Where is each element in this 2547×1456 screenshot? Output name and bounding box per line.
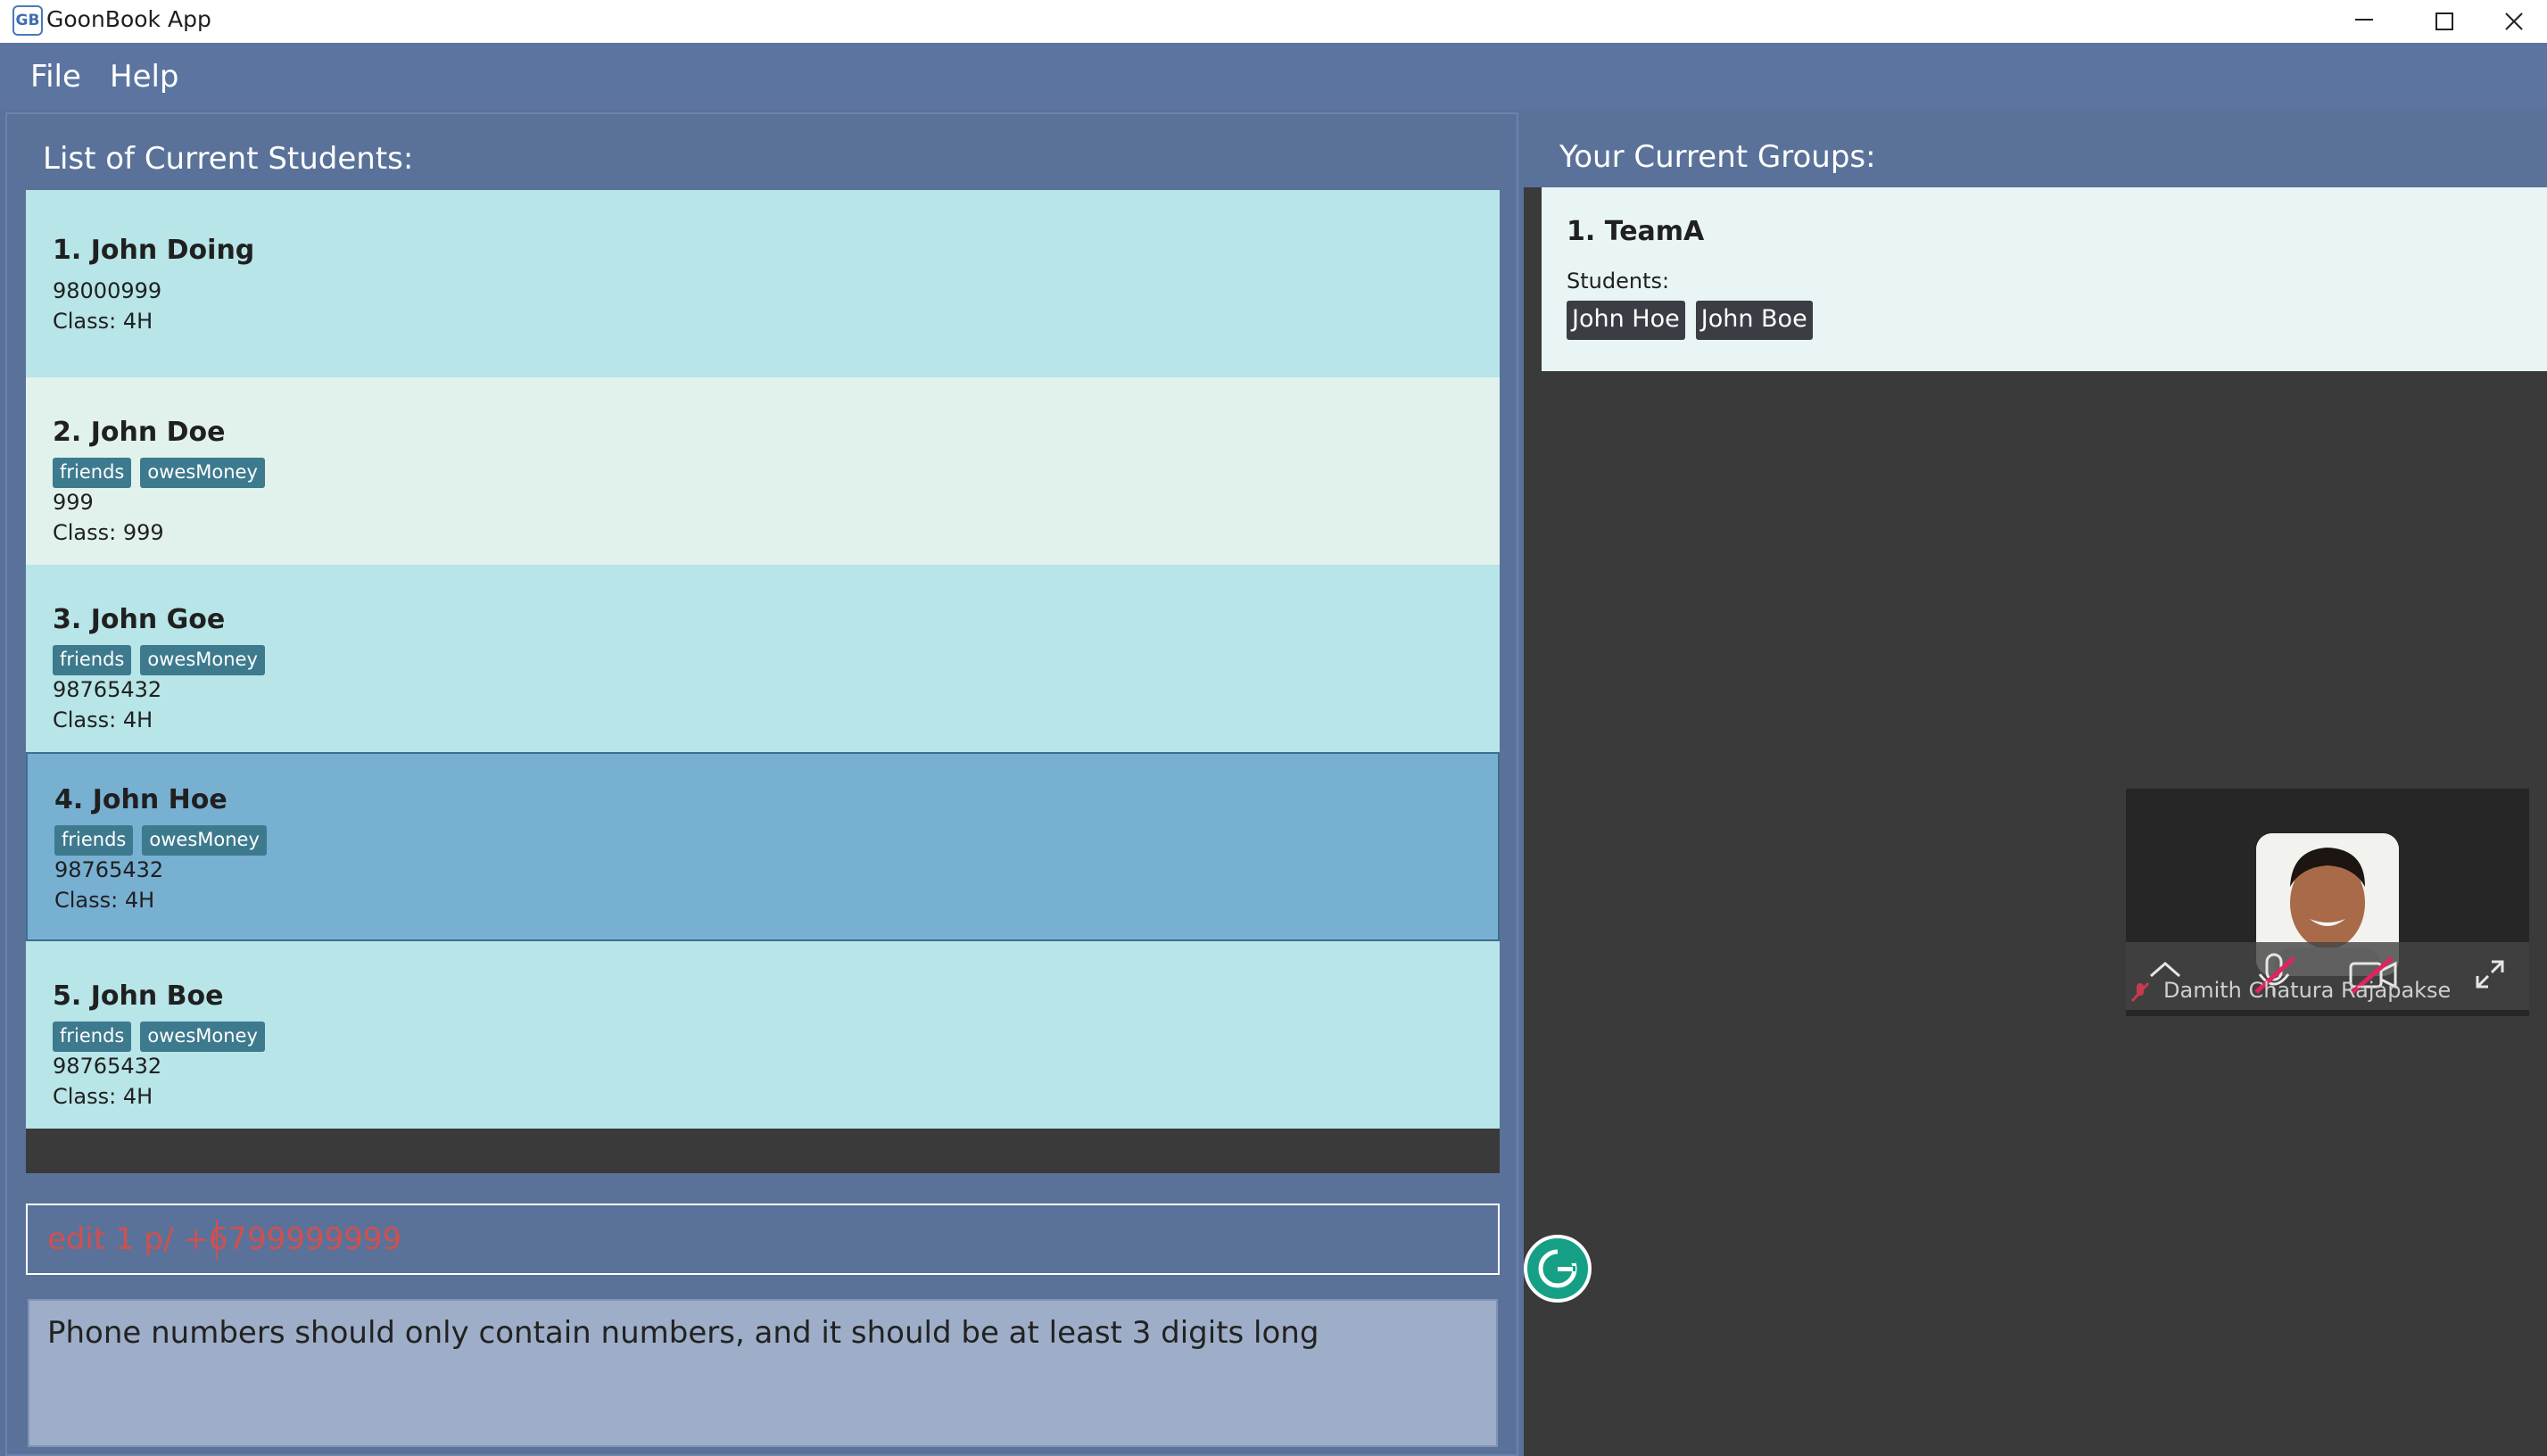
tag-label: owesMoney (140, 458, 265, 488)
grammarly-g-icon (1538, 1247, 1577, 1288)
menu-help[interactable]: Help (110, 59, 179, 95)
command-input[interactable]: edit 1 p/ +6799999999 (26, 1204, 1500, 1275)
student-class: Class: 4H (53, 309, 153, 334)
title-bar: GB GoonBook App (0, 0, 2547, 44)
grammarly-icon[interactable] (1524, 1235, 1592, 1303)
group-member-tag: John Boe (1695, 301, 1813, 340)
tag-label: friends (53, 458, 132, 488)
tag-label: owesMoney (142, 825, 267, 856)
minimize-icon (2355, 19, 2373, 21)
maximize-button[interactable] (2403, 0, 2485, 39)
result-message: Phone numbers should only contain number… (47, 1315, 1319, 1351)
groups-heading: Your Current Groups: (1559, 139, 1876, 175)
student-card[interactable]: 3. John Goe friends owesMoney 98765432 Cl… (26, 565, 1500, 752)
video-controls-bar: Damith Chatura Rajapakse (2126, 942, 2529, 1010)
tag-list: friends owesMoney (53, 458, 274, 488)
student-class: Class: 4H (53, 707, 153, 732)
group-card[interactable]: 1. TeamA Students: John Hoe John Boe (1542, 187, 2547, 371)
students-heading: List of Current Students: (43, 141, 414, 177)
student-phone: 98765432 (53, 1054, 162, 1079)
close-button[interactable] (2484, 0, 2547, 39)
participant-name: Damith Chatura Rajapakse (2163, 978, 2452, 1003)
video-call-window[interactable]: Damith Chatura Rajapakse (2126, 789, 2529, 1016)
group-name: 1. TeamA (1567, 216, 1705, 247)
student-name: 1. John Doing (53, 235, 255, 266)
tag-label: owesMoney (140, 645, 265, 675)
groups-header: Your Current Groups: (1524, 112, 2547, 187)
menu-file[interactable]: File (30, 59, 81, 95)
result-display[interactable]: Phone numbers should only contain number… (28, 1299, 1498, 1447)
student-list[interactable]: 1. John Doing 98000999 Class: 4H 2. John… (26, 190, 1500, 1173)
tag-list: friends owesMoney (53, 645, 274, 675)
group-member-list: John Hoe John Boe (1567, 301, 1823, 340)
mic-muted-small-icon (2130, 981, 2150, 1003)
student-name: 4. John Hoe (54, 784, 227, 815)
student-phone: 98765432 (53, 677, 162, 702)
student-card[interactable]: 2. John Doe friends owesMoney 999 Class: … (26, 377, 1500, 565)
tag-list: friends owesMoney (54, 825, 276, 856)
student-class: Class: 999 (53, 520, 164, 545)
student-class: Class: 4H (54, 888, 155, 913)
expand-icon[interactable] (2474, 958, 2506, 990)
app-logo-icon: GB (12, 5, 43, 36)
menu-bar: File Help (0, 43, 2547, 109)
groups-panel: Your Current Groups: 1. TeamA Students: … (1524, 112, 2547, 1456)
group-students-label: Students: (1567, 269, 1670, 294)
text-caret (216, 1220, 218, 1259)
student-card-selected[interactable]: 4. John Hoe friends owesMoney 98765432 Cl… (26, 752, 1500, 941)
chevron-up-icon[interactable] (2147, 958, 2183, 980)
tag-label: friends (54, 825, 134, 856)
student-phone: 98000999 (53, 278, 162, 303)
window-title: GoonBook App (46, 6, 211, 32)
tag-label: friends (53, 1022, 132, 1052)
command-text: edit 1 p/ +6799999999 (47, 1221, 402, 1257)
maximize-icon (2435, 12, 2453, 30)
group-member-tag: John Hoe (1567, 301, 1685, 340)
student-class: Class: 4H (53, 1084, 153, 1109)
student-name: 3. John Goe (53, 604, 226, 635)
tag-list: friends owesMoney (53, 1022, 274, 1052)
student-phone: 98765432 (54, 857, 164, 882)
tag-label: owesMoney (140, 1022, 265, 1052)
student-name: 2. John Doe (53, 417, 226, 448)
minimize-button[interactable] (2323, 0, 2405, 39)
close-icon (2505, 12, 2523, 30)
student-card[interactable]: 5. John Boe friends owesMoney 98765432 Cl… (26, 941, 1500, 1129)
student-name: 5. John Boe (53, 980, 224, 1012)
tag-label: friends (53, 645, 132, 675)
student-phone: 999 (53, 490, 94, 515)
student-card[interactable]: 1. John Doing 98000999 Class: 4H (26, 190, 1500, 377)
